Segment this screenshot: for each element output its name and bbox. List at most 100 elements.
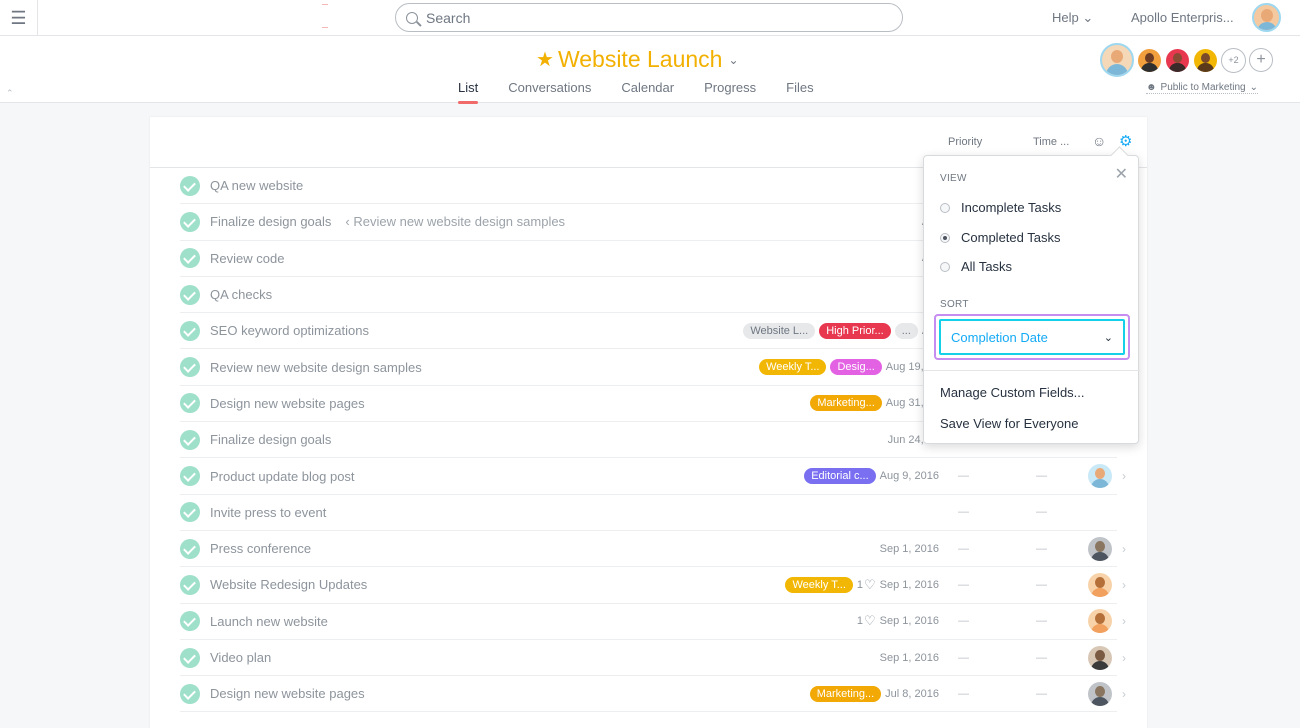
completed-check-icon[interactable] xyxy=(180,502,200,523)
task-row[interactable]: Invite press to event — — xyxy=(180,495,1117,531)
help-menu[interactable]: Help ⌄ xyxy=(1052,10,1093,26)
task-name[interactable]: Design new website pages xyxy=(210,686,365,701)
task-name[interactable]: QA checks xyxy=(210,287,272,302)
task-row[interactable]: Website Redesign Updates Weekly T... 1 ♡ Sep… xyxy=(180,567,1126,604)
assignee-avatar[interactable] xyxy=(1088,645,1112,670)
project-title[interactable]: ★ Website Launch ⌄ xyxy=(536,46,739,73)
assignee-avatar[interactable] xyxy=(1088,536,1112,561)
sort-select[interactable]: Completion Date ⌄ xyxy=(934,314,1130,360)
tab-list[interactable]: List xyxy=(458,80,479,104)
completed-check-icon[interactable] xyxy=(180,611,200,632)
chevron-right-icon[interactable]: › xyxy=(1122,614,1126,628)
task-name[interactable]: Press conference xyxy=(210,541,311,556)
assignee-avatar[interactable] xyxy=(1088,609,1112,634)
task-name[interactable]: Finalize design goals xyxy=(210,214,331,229)
tab-calendar[interactable]: Calendar xyxy=(621,80,674,102)
member-avatar[interactable] xyxy=(1137,47,1162,73)
time-value[interactable]: — xyxy=(1036,470,1047,482)
parent-task-link[interactable]: ‹ Review new website design samples xyxy=(345,214,565,229)
tab-files[interactable]: Files xyxy=(786,80,813,102)
priority-value[interactable]: — xyxy=(958,506,969,518)
due-date[interactable]: Sep 1, 2016 xyxy=(880,615,939,627)
completed-check-icon[interactable] xyxy=(180,211,200,232)
completed-check-icon[interactable] xyxy=(180,393,200,414)
tag[interactable]: Website L... xyxy=(743,322,816,339)
task-row[interactable]: Product update blog post Editorial c... Au… xyxy=(180,458,1126,495)
save-view-link[interactable]: Save View for Everyone xyxy=(940,416,1079,431)
chevron-right-icon[interactable]: › xyxy=(1122,469,1126,483)
time-value[interactable]: — xyxy=(1036,543,1047,555)
task-name[interactable]: Finalize design goals xyxy=(210,432,331,447)
priority-value[interactable]: — xyxy=(958,579,969,591)
task-row[interactable]: Launch new website 1 ♡ Sep 1, 2016 — — › xyxy=(180,604,1126,640)
chevron-right-icon[interactable]: › xyxy=(1122,542,1126,556)
column-priority[interactable]: Priority xyxy=(948,136,982,148)
completed-check-icon[interactable] xyxy=(180,429,200,450)
menu-icon[interactable]: ☰ xyxy=(0,0,38,36)
collapse-icon[interactable]: ⌃ xyxy=(6,88,14,99)
completed-check-icon[interactable] xyxy=(180,284,200,305)
due-date[interactable]: Sep 1, 2016 xyxy=(880,652,939,664)
tag[interactable]: ... xyxy=(894,322,918,339)
due-date[interactable]: Aug 9, 2016 xyxy=(880,470,939,482)
completed-check-icon[interactable] xyxy=(180,647,200,668)
privacy-setting[interactable]: ☻ Public to Marketing ⌄ xyxy=(1146,82,1258,94)
more-members-badge[interactable]: +2 xyxy=(1221,47,1246,73)
chevron-right-icon[interactable]: › xyxy=(1122,687,1126,701)
completed-check-icon[interactable] xyxy=(180,538,200,559)
member-avatar[interactable] xyxy=(1165,47,1190,73)
user-avatar[interactable] xyxy=(1252,3,1281,32)
org-switcher[interactable]: Apollo Enterpris... xyxy=(1131,10,1234,25)
add-member-icon[interactable]: + xyxy=(1249,48,1273,72)
task-name[interactable]: Video plan xyxy=(210,650,271,665)
task-name[interactable]: Invite press to event xyxy=(210,505,326,520)
priority-value[interactable]: — xyxy=(958,652,969,664)
time-value[interactable]: — xyxy=(1036,506,1047,518)
task-name[interactable]: Review new website design samples xyxy=(210,360,422,375)
task-row[interactable]: Press conference Sep 1, 2016 — — › xyxy=(180,531,1126,568)
tag[interactable]: Marketing... xyxy=(809,685,882,702)
task-name[interactable]: Review code xyxy=(210,251,284,266)
due-date[interactable]: Jul 8, 2016 xyxy=(885,688,939,700)
like-count[interactable]: 1 ♡ xyxy=(857,613,876,629)
task-row[interactable]: Video plan Sep 1, 2016 — — › xyxy=(180,640,1126,677)
assignee-avatar[interactable] xyxy=(1088,464,1112,489)
search-input[interactable]: Search xyxy=(395,3,903,32)
priority-value[interactable]: — xyxy=(958,543,969,555)
completed-check-icon[interactable] xyxy=(180,175,200,196)
column-time[interactable]: Time ... xyxy=(1033,136,1069,148)
star-icon[interactable]: ★ xyxy=(536,47,554,72)
priority-value[interactable]: — xyxy=(958,688,969,700)
tab-conversations[interactable]: Conversations xyxy=(508,80,591,102)
member-avatar[interactable] xyxy=(1193,47,1218,73)
like-count[interactable]: 1 ♡ xyxy=(857,577,876,593)
task-name[interactable]: Website Redesign Updates xyxy=(210,577,367,592)
assignee-avatar[interactable] xyxy=(1088,572,1112,597)
assignee-avatar[interactable] xyxy=(1088,681,1112,706)
tag[interactable]: Desig... xyxy=(830,359,882,376)
chevron-right-icon[interactable]: › xyxy=(1122,651,1126,665)
time-value[interactable]: — xyxy=(1036,688,1047,700)
completed-check-icon[interactable] xyxy=(180,574,200,595)
task-name[interactable]: Launch new website xyxy=(210,614,328,629)
manage-custom-fields-link[interactable]: Manage Custom Fields... xyxy=(940,385,1085,400)
close-icon[interactable]: ✕ xyxy=(1115,164,1128,184)
time-value[interactable]: — xyxy=(1036,579,1047,591)
view-option-incomplete[interactable]: Incomplete Tasks xyxy=(940,200,1061,215)
task-name[interactable]: Design new website pages xyxy=(210,396,365,411)
chevron-right-icon[interactable]: › xyxy=(1122,578,1126,592)
view-option-completed[interactable]: Completed Tasks xyxy=(940,230,1060,245)
time-value[interactable]: — xyxy=(1036,652,1047,664)
due-date[interactable]: Sep 1, 2016 xyxy=(880,579,939,591)
member-avatar[interactable] xyxy=(1100,43,1134,77)
tag[interactable]: Weekly T... xyxy=(759,359,827,376)
completed-check-icon[interactable] xyxy=(180,320,200,341)
completed-check-icon[interactable] xyxy=(180,357,200,378)
priority-value[interactable]: — xyxy=(958,615,969,627)
completed-check-icon[interactable] xyxy=(180,683,200,704)
tag[interactable]: High Prior... xyxy=(819,322,891,339)
task-name[interactable]: QA new website xyxy=(210,178,303,193)
priority-value[interactable]: — xyxy=(958,470,969,482)
tab-progress[interactable]: Progress xyxy=(704,80,756,102)
task-name[interactable]: Product update blog post xyxy=(210,469,355,484)
